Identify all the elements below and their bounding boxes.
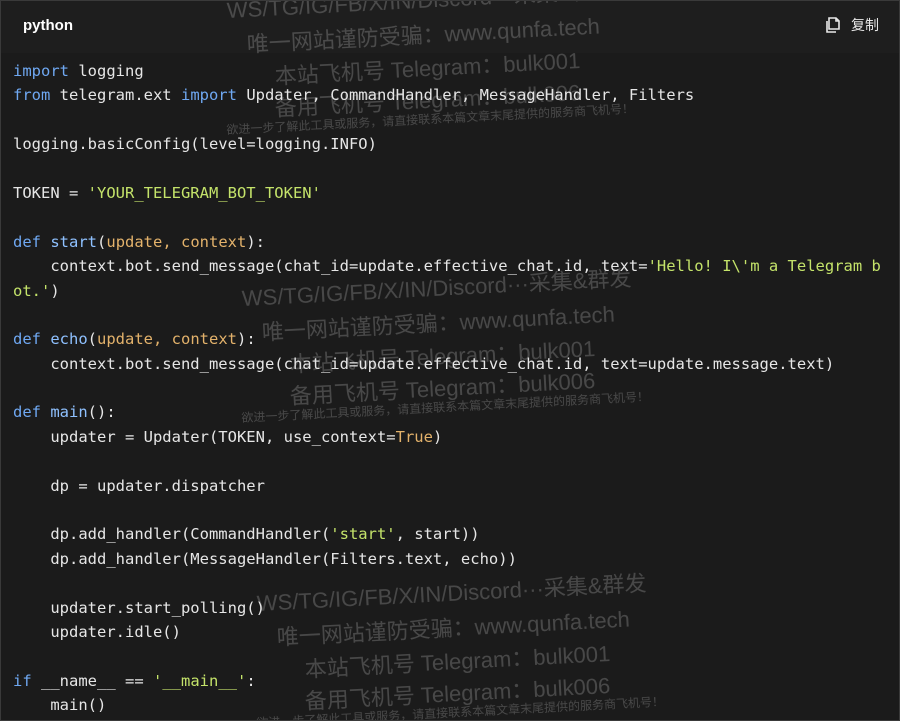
code-token: __name__ == xyxy=(31,671,153,690)
code-token: (): xyxy=(87,403,116,422)
code-token: updater = Updater(TOKEN, use_context= xyxy=(13,427,396,446)
code-token: logging xyxy=(69,62,144,80)
code-token: : xyxy=(246,671,256,690)
code-token: dp = updater.dispatcher xyxy=(13,476,265,495)
code-token: main() xyxy=(13,696,107,715)
code-token: def xyxy=(13,330,41,349)
code-token: update, context xyxy=(106,232,247,251)
code-line: dp.add_handler(CommandHandler('start', s… xyxy=(13,522,881,546)
code-token: import xyxy=(13,62,69,80)
code-token: telegram.ext xyxy=(50,86,181,105)
code-header: python 复制 xyxy=(1,1,899,53)
code-line: from telegram.ext import Updater, Comman… xyxy=(13,83,881,107)
code-token: echo xyxy=(50,330,88,349)
code-token: ): xyxy=(246,232,266,251)
code-token: 'YOUR_TELEGRAM_BOT_TOKEN' xyxy=(87,183,321,202)
code-token: 'Hello! I\'m a Telegram b xyxy=(647,257,881,276)
code-token: updater.idle() xyxy=(13,622,181,641)
language-label: python xyxy=(23,17,73,34)
code-line: updater.start_polling() xyxy=(13,596,881,620)
code-token: 'start' xyxy=(330,525,396,544)
code-token: updater.start_polling() xyxy=(13,598,265,617)
code-line: logging.basicConfig(level=logging.INFO) xyxy=(13,132,881,156)
code-line: updater.idle() xyxy=(13,620,881,644)
code-token: logging.basicConfig(level=logging.INFO) xyxy=(13,135,377,154)
code-token: ): xyxy=(237,330,256,349)
code-line: ot.') xyxy=(13,279,881,303)
code-line: import logging xyxy=(13,59,881,83)
code-token: def xyxy=(13,232,41,251)
code-token: '__main__' xyxy=(153,671,247,690)
code-token: main xyxy=(50,403,88,422)
code-token: Updater, CommandHandler, MessageHandler,… xyxy=(236,86,695,105)
code-token: ( xyxy=(97,232,107,251)
code-line: def main(): xyxy=(13,400,881,424)
code-token: context.bot.send_message(chat_id=update.… xyxy=(13,354,835,373)
code-token: True xyxy=(395,427,433,446)
code-line: def start(update, context): xyxy=(13,230,881,254)
code-token: start xyxy=(50,232,98,251)
code-token: dp.add_handler(MessageHandler(Filters.te… xyxy=(13,549,517,568)
code-line: context.bot.send_message(chat_id=update.… xyxy=(13,352,881,376)
code-token: , start)) xyxy=(395,525,480,544)
copy-button[interactable]: 复制 xyxy=(823,15,879,35)
code-token: context.bot.send_message(chat_id=update.… xyxy=(13,257,648,276)
code-line: dp.add_handler(MessageHandler(Filters.te… xyxy=(13,547,881,571)
code-token: from xyxy=(13,86,51,105)
code-token: def xyxy=(13,403,41,422)
copy-label: 复制 xyxy=(851,17,879,33)
code-line: updater = Updater(TOKEN, use_context=Tru… xyxy=(13,425,881,449)
code-token: ) xyxy=(50,281,60,300)
code-token: update, context xyxy=(97,330,237,349)
code-token: if xyxy=(13,671,32,690)
code-token: ( xyxy=(87,330,98,349)
code-line: if __name__ == '__main__': xyxy=(13,669,881,693)
code-line: context.bot.send_message(chat_id=update.… xyxy=(13,254,881,278)
code-token: dp.add_handler(CommandHandler( xyxy=(13,525,331,544)
code-content[interactable]: import logging from telegram.ext import U… xyxy=(13,59,881,718)
code-line: dp = updater.dispatcher xyxy=(13,474,881,498)
code-token: ot.' xyxy=(13,281,51,300)
code-block: python 复制 WS/TG/IG/FB/X/IN/Discord···采集&… xyxy=(0,0,900,721)
code-token: import xyxy=(180,86,237,105)
code-line: main() xyxy=(13,693,881,717)
code-token: TOKEN = xyxy=(13,183,88,202)
code-line: def echo(update, context): xyxy=(13,327,881,351)
code-token: ) xyxy=(432,427,443,446)
code-line: TOKEN = 'YOUR_TELEGRAM_BOT_TOKEN' xyxy=(13,181,881,205)
copy-icon xyxy=(823,15,843,35)
